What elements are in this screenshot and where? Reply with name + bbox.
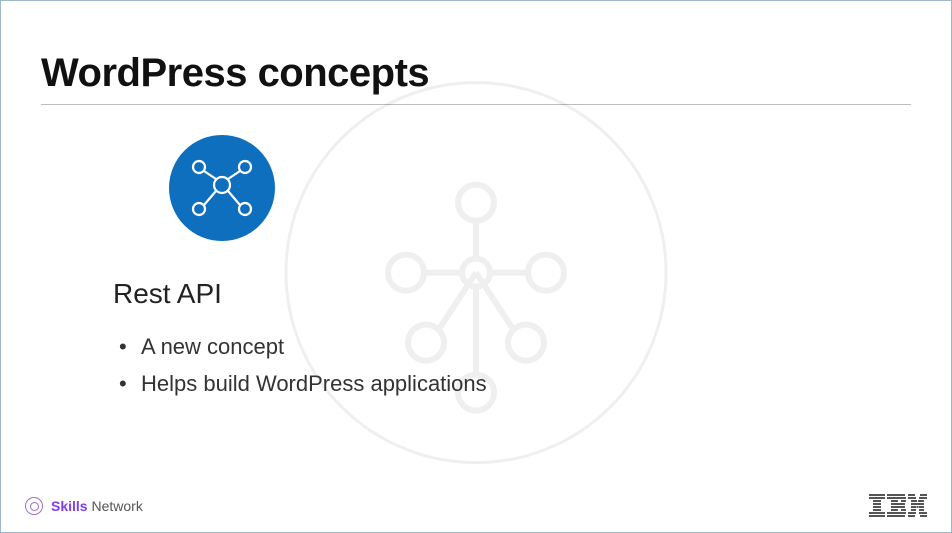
brand-light: Network <box>91 498 142 514</box>
ibm-logo <box>869 494 927 518</box>
content-block: Rest API A new concept Helps build WordP… <box>41 135 911 403</box>
brand-text: Skills Network <box>51 498 143 514</box>
skills-network-icon <box>25 497 43 515</box>
brand-strong: Skills <box>51 498 88 514</box>
bullet-list: A new concept Helps build WordPress appl… <box>113 328 911 403</box>
footer: Skills Network <box>1 494 951 518</box>
network-icon <box>169 135 911 246</box>
slide-title: WordPress concepts <box>41 51 911 105</box>
bullet-item: Helps build WordPress applications <box>119 365 911 402</box>
slide: WordPress concepts <box>1 1 951 532</box>
skills-network-logo: Skills Network <box>25 497 143 515</box>
bullet-item: A new concept <box>119 328 911 365</box>
section-heading: Rest API <box>113 278 911 310</box>
